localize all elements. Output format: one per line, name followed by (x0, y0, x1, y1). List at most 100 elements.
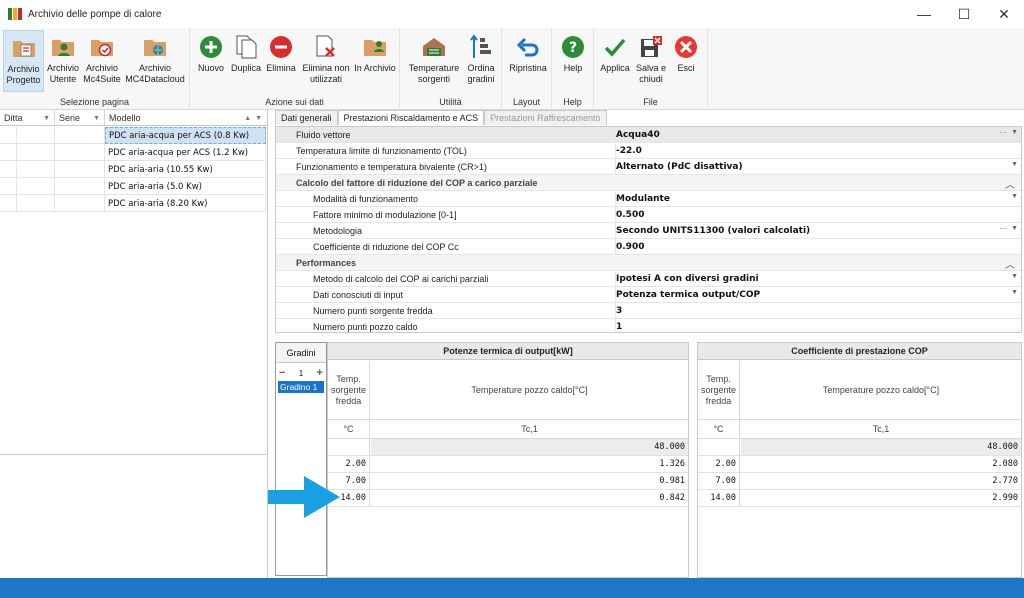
property-metodologia[interactable]: Metodologia Secondo UNITS11300 (valori c… (276, 223, 1021, 239)
category-riduzione-cop[interactable]: Calcolo del fattore di riduzione del COP… (276, 175, 1021, 191)
tab-prestazioni-riscaldamento[interactable]: Prestazioni Riscaldamento e ACS (337, 110, 485, 125)
minimize-button[interactable]: — (904, 0, 944, 28)
ribbon-group-help: ? Help Help (552, 28, 594, 110)
remove-step-button[interactable]: − (279, 367, 285, 379)
chevron-down-icon[interactable]: ▼ (1011, 225, 1018, 232)
cell-value: 48.000 (371, 439, 688, 455)
property-coefficiente[interactable]: Coefficiente di riduzione del COP Cc 0.9… (276, 239, 1021, 255)
model-grid-header: Ditta ▼ Serie ▼ Modello ▲ ▼ (0, 110, 268, 126)
esci-button[interactable]: Esci (670, 30, 702, 92)
cell-value[interactable]: 2.080 (741, 456, 1021, 472)
ribbon-group-label: Utilità (439, 97, 462, 107)
model-name: PDC aria-acqua per ACS (1.2 Kw) (105, 144, 266, 161)
cell-value[interactable]: 2.990 (741, 490, 1021, 506)
tab-strip: Dati generali Prestazioni Riscaldamento … (275, 110, 607, 125)
property-value: 0.900 (616, 241, 645, 252)
ellipsis-icon[interactable]: ··· (999, 128, 1007, 137)
cell-value[interactable]: 2.770 (741, 473, 1021, 489)
category-performances[interactable]: Performances ︿ (276, 255, 1021, 271)
folder-cloud-icon (141, 33, 169, 61)
window-title: Archivio delle pompe di calore (28, 8, 162, 20)
filter-icon[interactable]: ▼ (93, 115, 100, 122)
column-header-temp-pozzo: Temperature pozzo caldo[°C] (822, 385, 940, 395)
model-row[interactable]: PDC aria-acqua per ACS (0.8 Kw) (0, 127, 266, 144)
table-row: 48.000 (328, 439, 688, 456)
archivio-mc4datacloud-button[interactable]: Archivio MC4Datacloud (124, 30, 186, 92)
chevron-down-icon[interactable]: ▼ (1011, 193, 1018, 200)
table-row[interactable]: 2.00 2.080 (698, 456, 1021, 473)
property-value: Modulante (616, 193, 670, 204)
delete-circle-icon (267, 33, 295, 61)
ellipsis-icon[interactable]: ··· (999, 224, 1007, 233)
model-row[interactable]: PDC aria-aria (10.55 Kw) (0, 161, 266, 178)
ribbon-group-label: Selezione pagina (59, 97, 130, 107)
chevron-down-icon[interactable]: ▼ (1011, 161, 1018, 168)
ribbon-group-azione-sui-dati: Nuovo Duplica Elimina Elimina non utiliz… (190, 28, 400, 110)
filter-icon[interactable]: ▼ (43, 115, 50, 122)
property-value: -22.0 (616, 145, 642, 156)
duplica-button[interactable]: Duplica (230, 30, 262, 92)
property-funzionamento[interactable]: Funzionamento e temperatura bivalente (C… (276, 159, 1021, 175)
model-name: PDC aria-aria (10.55 Kw) (105, 161, 266, 178)
column-header-temp-pozzo: Temperature pozzo caldo[°C] (471, 385, 588, 395)
salva-e-chiudi-button[interactable]: Salva e chiudi (634, 30, 668, 92)
nuovo-button[interactable]: Nuovo (196, 30, 226, 92)
column-header-modello[interactable]: Modello ▲ ▼ (105, 110, 266, 126)
svg-text:?: ? (569, 40, 577, 56)
tab-dati-generali[interactable]: Dati generali (275, 110, 338, 125)
property-punti-fredda[interactable]: Numero punti sorgente fredda 3 (276, 303, 1021, 319)
gradino-item[interactable]: Gradino 1 (278, 381, 324, 393)
elimina-button[interactable]: Elimina (265, 30, 297, 92)
chevron-down-icon[interactable]: ▼ (1011, 273, 1018, 280)
ripristina-button[interactable]: Ripristina (507, 30, 549, 92)
divider (0, 454, 266, 455)
table-row[interactable]: 2.00 1.326 (328, 456, 688, 473)
property-tol[interactable]: Temperatura limite di funzionamento (TOL… (276, 143, 1021, 159)
model-row[interactable]: PDC aria-aria (8.20 Kw) (0, 195, 266, 212)
help-button[interactable]: ? Help (557, 30, 589, 92)
potenza-table: Potenze termica di output[kW] Temp. sorg… (327, 342, 689, 578)
delete-unused-icon (312, 33, 340, 61)
property-fluido-vettore[interactable]: Fluido vettore Acqua40 ··· ▼ (276, 127, 1021, 143)
cell-value[interactable]: 0.981 (371, 473, 688, 489)
model-row[interactable]: PDC aria-aria (5.0 Kw) (0, 178, 266, 195)
folder-user-icon (49, 33, 77, 61)
column-header-ditta[interactable]: Ditta ▼ (0, 110, 55, 126)
table-row[interactable]: 7.00 2.770 (698, 473, 1021, 490)
ordina-gradini-button[interactable]: Ordina gradini (464, 30, 498, 92)
table-row: 48.000 (698, 439, 1021, 456)
chevron-up-icon[interactable]: ︿ (1005, 256, 1015, 271)
archivio-progetto-button[interactable]: Archivio Progetto (3, 30, 44, 92)
property-metodo[interactable]: Metodo di calcolo del COP ai carichi par… (276, 271, 1021, 287)
close-window-button[interactable]: ✕ (984, 0, 1024, 28)
archivio-mc4suite-button[interactable]: Archivio Mc4Suite (83, 30, 121, 92)
property-fattore-minimo[interactable]: Fattore minimo di modulazione [0-1] 0.50… (276, 207, 1021, 223)
cell-value[interactable]: 1.326 (371, 456, 688, 472)
duplicate-icon (232, 33, 260, 61)
applica-button[interactable]: Applica (598, 30, 632, 92)
gradini-title: Gradini (276, 343, 326, 363)
add-step-button[interactable]: + (317, 367, 323, 379)
table-row[interactable]: 7.00 0.981 (328, 473, 688, 490)
sort-filter-icon[interactable]: ▲ ▼ (244, 115, 262, 122)
property-punti-caldo[interactable]: Numero punti pozzo caldo 1 (276, 319, 1021, 335)
archivio-utente-button[interactable]: Archivio Utente (46, 30, 80, 92)
temperature-sorgenti-button[interactable]: Temperature sorgenti (406, 30, 462, 92)
column-header-serie[interactable]: Serie ▼ (55, 110, 105, 126)
in-archivio-button[interactable]: In Archivio (354, 30, 396, 92)
elimina-non-utilizzati-button[interactable]: Elimina non utilizzati (300, 30, 352, 92)
model-row[interactable]: PDC aria-acqua per ACS (1.2 Kw) (0, 144, 266, 161)
property-modalita[interactable]: Modalità di funzionamento Modulante ▼ (276, 191, 1021, 207)
table-row[interactable]: 14.00 0.842 (328, 490, 688, 507)
property-dati-input[interactable]: Dati conosciuti di input Potenza termica… (276, 287, 1021, 303)
chevron-down-icon[interactable]: ▼ (1011, 129, 1018, 136)
chevron-up-icon[interactable]: ︿ (1005, 176, 1015, 191)
ribbon-group-layout: Ripristina Layout (502, 28, 552, 110)
unit-celsius: °C (698, 420, 740, 438)
maximize-button[interactable]: ☐ (944, 0, 984, 28)
chevron-down-icon[interactable]: ▼ (1011, 289, 1018, 296)
table-row[interactable]: 14.00 2.990 (698, 490, 1021, 507)
column-header-temp-sorgente: Temp. sorgente fredda (698, 361, 740, 419)
cell-value[interactable]: 0.842 (371, 490, 688, 506)
property-value: Alternato (PdC disattiva) (616, 161, 743, 172)
